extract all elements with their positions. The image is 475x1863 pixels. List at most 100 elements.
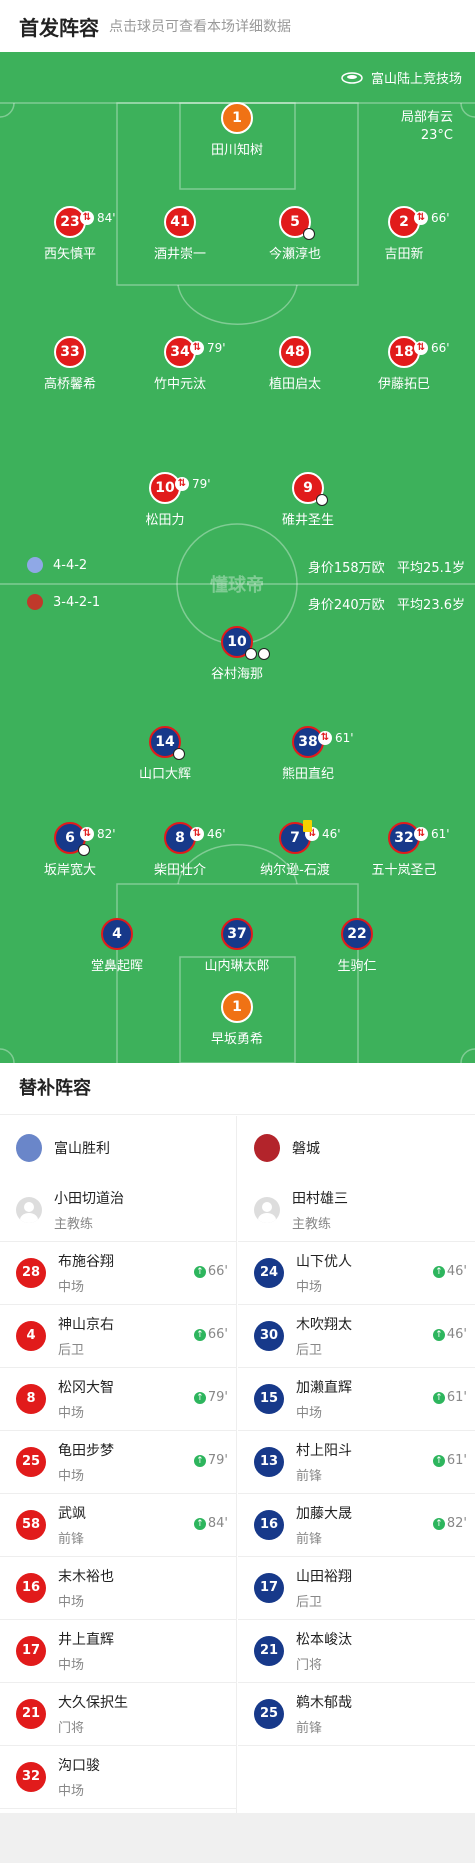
away-team-row[interactable]: 磐城 (238, 1116, 475, 1179)
substitution-marker: ⇅ 61' (318, 724, 354, 752)
away-sub-row[interactable]: 30 木吹翔太 后卫 ↑ 46' (238, 1305, 475, 1368)
away-sub-row[interactable]: 13 村上阳斗 前锋 ↑ 61' (238, 1431, 475, 1494)
sub-in-arrow-icon: ↑ (193, 1265, 206, 1278)
player-number: 33 (54, 336, 86, 368)
away-player[interactable]: 22 生驹仁 (297, 918, 417, 974)
sub-number: 17 (16, 1636, 46, 1666)
away-sub-row[interactable]: 25 鹈木郁哉 前锋 (238, 1683, 475, 1746)
player-number: 1 (221, 102, 253, 134)
home-player[interactable]: 33 高桥馨希 (10, 336, 130, 392)
home-player[interactable]: 9 碓井圣生 (248, 472, 368, 528)
away-team-badge-icon (27, 594, 43, 610)
player-number: 2 ⇅ 66' (388, 206, 450, 238)
substitution-marker: ⇅ 79' (190, 334, 226, 362)
home-player[interactable]: 10 ⇅ 79' 松田力 (105, 472, 225, 528)
sub-in-minute: ↑ 66' (193, 1327, 228, 1342)
sub-position: 中场 (296, 1280, 323, 1295)
sub-in-minute-text: 66' (207, 1327, 228, 1342)
home-player[interactable]: 48 植田启太 (235, 336, 355, 392)
home-player[interactable]: 2 ⇅ 66' 吉田新 (344, 206, 464, 262)
sub-minute: 61' (431, 827, 450, 841)
sub-name: 大久保択生 (58, 1695, 128, 1711)
event-markers (78, 844, 90, 856)
sub-in-minute-text: 46' (446, 1327, 467, 1342)
sub-in-arrow-icon: ↑ (193, 1391, 206, 1404)
home-coach-name: 小田切道治 (54, 1191, 124, 1207)
sub-name: 沟口骏 (58, 1758, 100, 1774)
home-player[interactable]: 41 酒井崇一 (120, 206, 240, 262)
sub-out-icon: ⇅ (190, 341, 204, 355)
stadium-name: 富山陆上竞技场 (370, 72, 462, 87)
sub-position: 门将 (296, 1658, 323, 1673)
away-coach-row[interactable]: 田村雄三 主教练 (238, 1179, 475, 1242)
lineup-hint: 点击球员可查看本场详细数据 (109, 19, 291, 35)
sub-out-icon: ⇅ (414, 827, 428, 841)
weather: 局部有云 23°C (401, 109, 453, 145)
away-formation: 3-4-2-1 (27, 594, 100, 610)
home-player[interactable]: 5 今瀬淳也 (235, 206, 355, 262)
sub-number: 32 (16, 1762, 46, 1792)
away-sub-row[interactable]: 24 山下优人 中场 ↑ 46' (238, 1242, 475, 1305)
home-bench-column: 富山胜利 小田切道治 主教练 28 布施谷翔 中场 ↑ 66' 4 神山京右 后卫 ↑ 66' 8 松… (0, 1116, 237, 1813)
home-sub-row[interactable]: 28 布施谷翔 中场 ↑ 66' (0, 1242, 236, 1305)
sub-number: 13 (254, 1447, 284, 1477)
home-coach-row[interactable]: 小田切道治 主教练 (0, 1179, 236, 1242)
home-sub-row[interactable]: 25 龟田步梦 中场 ↑ 79' (0, 1431, 236, 1494)
sub-in-minute: ↑ 46' (432, 1327, 467, 1342)
away-player[interactable]: 32 ⇅ 61' 五十岚圣己 (344, 822, 464, 878)
away-sub-row[interactable]: 16 加藤大晟 前锋 ↑ 82' (238, 1494, 475, 1557)
sub-in-icon (303, 228, 315, 240)
sub-number: 4 (16, 1321, 46, 1351)
sub-number: 24 (254, 1258, 284, 1288)
sub-out-icon: ⇅ (318, 731, 332, 745)
sub-number: 58 (16, 1510, 46, 1540)
sub-in-minute-text: 46' (446, 1264, 467, 1279)
away-player[interactable]: 7 ⇅ 46' 纳尔逊-石渡 (235, 820, 355, 878)
away-player[interactable]: 6 ⇅ 82' 坂岸宽大 (10, 822, 130, 878)
player-name: 熊田直纪 (281, 767, 334, 782)
away-sub-row[interactable]: 15 加濑直辉 中场 ↑ 61' (238, 1368, 475, 1431)
home-sub-row[interactable]: 21 大久保択生 门将 (0, 1683, 236, 1746)
home-sub-row[interactable]: 8 松冈大智 中场 ↑ 79' (0, 1368, 236, 1431)
sub-minute: 79' (207, 341, 226, 355)
player-name: 柴田壮介 (153, 863, 206, 878)
home-player[interactable]: 34 ⇅ 79' 竹中元汰 (120, 336, 240, 392)
home-sub-row[interactable]: 17 井上直辉 中场 (0, 1620, 236, 1683)
away-sub-row[interactable]: 17 山田裕翔 后卫 (238, 1557, 475, 1620)
away-player[interactable]: 8 ⇅ 46' 柴田壮介 (120, 822, 240, 878)
home-player[interactable]: 18 ⇅ 66' 伊藤拓巳 (344, 336, 464, 392)
away-player[interactable]: 10 谷村海那 (177, 626, 297, 682)
away-player[interactable]: 4 堂鼻起晖 (57, 918, 177, 974)
away-player[interactable]: 38 ⇅ 61' 熊田直纪 (248, 726, 368, 782)
player-name: 田川知树 (210, 143, 263, 158)
sub-position: 前锋 (296, 1532, 323, 1547)
player-name: 纳尔逊-石渡 (260, 863, 330, 878)
home-team-row[interactable]: 富山胜利 (0, 1116, 236, 1179)
away-sub-row[interactable]: 21 松本峻汰 门将 (238, 1620, 475, 1683)
home-player[interactable]: 23 ⇅ 84' 西矢慎平 (10, 206, 130, 262)
coach-avatar-icon (254, 1197, 280, 1223)
player-name: 坂岸宽大 (43, 863, 96, 878)
sub-out-icon: ⇅ (80, 827, 94, 841)
sub-name: 加藤大晟 (296, 1506, 352, 1522)
sub-position: 中场 (58, 1280, 85, 1295)
substitution-marker: ⇅ 84' (80, 204, 116, 232)
home-sub-row[interactable]: 16 末木裕也 中场 (0, 1557, 236, 1620)
sub-in-minute: ↑ 66' (193, 1264, 228, 1279)
sub-minute: 61' (335, 731, 354, 745)
sub-in-minute: ↑ 84' (193, 1516, 228, 1531)
sub-name: 神山京右 (58, 1317, 114, 1333)
away-player[interactable]: 14 山口大辉 (105, 726, 225, 782)
away-player[interactable]: 1 早坂勇希 (177, 991, 297, 1047)
away-team-logo-icon (254, 1133, 280, 1162)
home-player[interactable]: 1 田川知树 (177, 102, 297, 158)
home-sub-row[interactable]: 32 沟口骏 中场 (0, 1746, 236, 1809)
home-sub-row[interactable]: 58 武飒 前锋 ↑ 84' (0, 1494, 236, 1557)
away-player[interactable]: 37 山内琳太郎 (177, 918, 297, 974)
home-sub-row[interactable]: 4 神山京右 后卫 ↑ 66' (0, 1305, 236, 1368)
sub-in-arrow-icon: ↑ (432, 1391, 445, 1404)
sub-out-icon: ⇅ (80, 211, 94, 225)
sub-position: 中场 (58, 1658, 85, 1673)
sub-number: 30 (254, 1321, 284, 1351)
player-number: 37 (221, 918, 253, 950)
